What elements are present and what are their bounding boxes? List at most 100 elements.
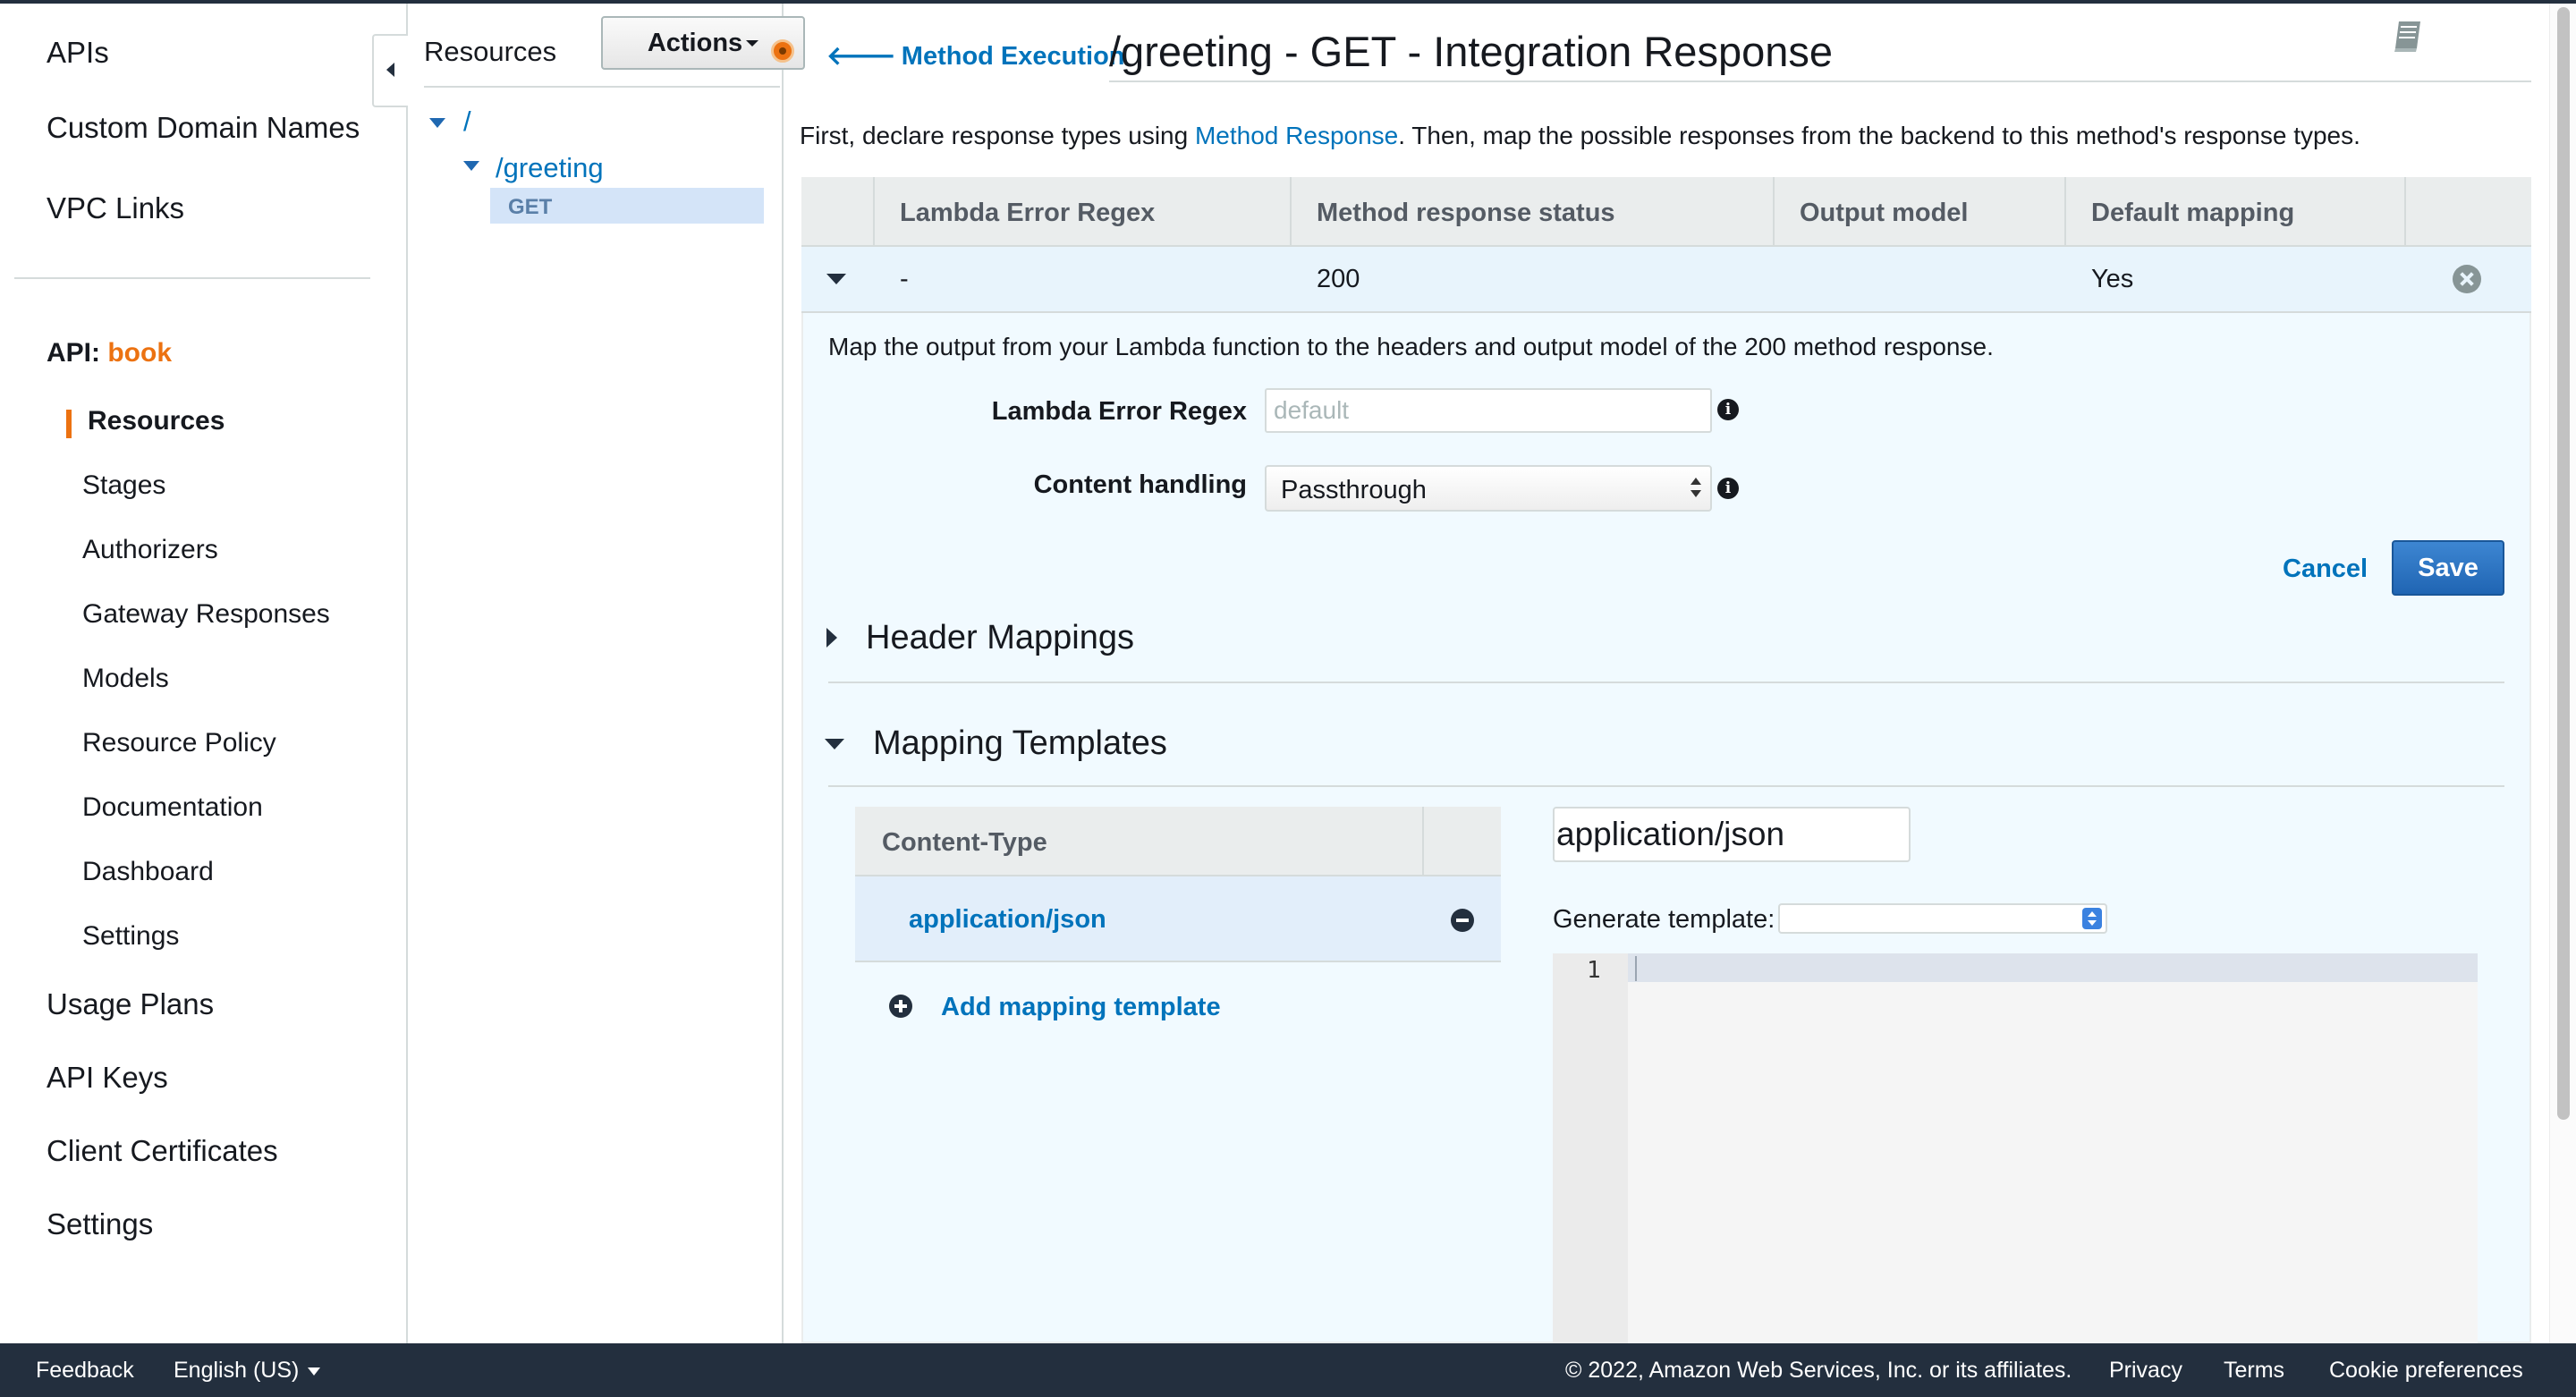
status-dot-icon	[771, 39, 794, 63]
resources-title: Resources	[424, 36, 557, 67]
footer: Feedback English (US) © 2022, Amazon Web…	[0, 1343, 2576, 1397]
collapse-nav-button[interactable]	[372, 34, 408, 107]
left-navigation: APIs Custom Domain Names VPC Links API: …	[0, 4, 408, 1343]
method-execution-label: Method Execution	[901, 42, 1125, 71]
nav-usage-plans[interactable]: Usage Plans	[47, 987, 214, 1021]
caret-down-icon	[308, 1367, 321, 1376]
arrow-left-icon: 🡐	[826, 42, 896, 71]
response-table-header: Lambda Error Regex Method response statu…	[801, 177, 2531, 247]
resources-pane: Resources Actions / /greeting GET	[408, 4, 805, 1343]
nav-models[interactable]: Models	[82, 664, 169, 694]
nav-custom-domain-names[interactable]: Custom Domain Names	[47, 111, 360, 145]
method-execution-link[interactable]: 🡐 Method Execution	[826, 39, 1125, 72]
col-output-model: Output model	[1800, 199, 1969, 227]
remove-template-icon[interactable]	[1451, 909, 1474, 932]
col-separator	[1290, 177, 1292, 245]
plus-circle-icon[interactable]	[889, 995, 912, 1018]
info-icon[interactable]: i	[1717, 399, 1739, 420]
intro-text: First, declare response types using Meth…	[800, 122, 2360, 150]
content-type-header: Content-Type	[882, 828, 1047, 857]
col-separator	[1773, 177, 1775, 245]
save-button[interactable]: Save	[2392, 540, 2504, 596]
mapping-description: Map the output from your Lambda function…	[828, 333, 1994, 360]
nav-divider	[14, 277, 370, 279]
col-separator	[2404, 177, 2406, 245]
cancel-button[interactable]: Cancel	[2283, 555, 2368, 584]
col-separator	[2064, 177, 2066, 245]
table-row[interactable]: - 200 Yes	[801, 247, 2531, 313]
caret-down-icon[interactable]	[825, 739, 844, 749]
editor-gutter	[1553, 953, 1628, 1343]
mapping-templates-toggle[interactable]: Mapping Templates	[873, 724, 1167, 763]
col-separator	[1422, 807, 1424, 875]
title-divider	[1109, 80, 2531, 82]
col-method-response-status: Method response status	[1317, 199, 1615, 227]
nav-resources[interactable]: Resources	[88, 406, 225, 436]
nav-client-certificates[interactable]: Client Certificates	[47, 1134, 278, 1168]
active-indicator	[66, 410, 72, 438]
header-mappings-toggle[interactable]: Header Mappings	[866, 619, 1134, 657]
col-lambda-error-regex: Lambda Error Regex	[900, 199, 1156, 227]
nav-gateway-responses[interactable]: Gateway Responses	[82, 599, 330, 630]
language-selector[interactable]: English (US)	[174, 1358, 321, 1384]
cell-status: 200	[1317, 265, 1360, 293]
page-title: /greeting - GET - Integration Response	[1109, 28, 1834, 75]
content-type-item[interactable]: application/json	[909, 905, 1106, 935]
generate-template-label: Generate template:	[1553, 905, 1775, 934]
collapse-row-icon[interactable]	[826, 274, 846, 284]
select-arrows-icon	[1690, 476, 1701, 501]
line-number: 1	[1587, 957, 1601, 984]
cell-default-mapping: Yes	[2091, 265, 2134, 293]
api-prefix: API:	[47, 338, 100, 368]
nav-api-settings[interactable]: Settings	[82, 921, 179, 952]
editor-cursor	[1635, 956, 1637, 981]
remove-response-icon[interactable]	[2453, 265, 2481, 293]
page-scrollbar[interactable]	[2549, 4, 2576, 1343]
content-handling-label: Content handling	[1033, 470, 1247, 499]
nav-api-keys[interactable]: API Keys	[47, 1061, 168, 1095]
tree-expand-greeting-icon[interactable]	[463, 161, 479, 171]
nav-apis[interactable]: APIs	[47, 36, 109, 70]
lambda-error-regex-input[interactable]	[1265, 388, 1712, 433]
caret-left-icon	[386, 63, 394, 77]
editor-active-line	[1628, 953, 2478, 982]
api-name: book	[107, 338, 173, 368]
lambda-error-regex-label: Lambda Error Regex	[991, 397, 1247, 426]
select-arrows-icon	[2082, 908, 2102, 929]
nav-dashboard[interactable]: Dashboard	[82, 857, 214, 887]
privacy-link[interactable]: Privacy	[2109, 1358, 2182, 1384]
book-icon[interactable]	[2392, 18, 2424, 54]
actions-label: Actions	[647, 28, 743, 57]
info-icon[interactable]: i	[1717, 478, 1739, 499]
list-item[interactable]: application/json	[855, 876, 1501, 962]
content-handling-select[interactable]: Passthrough	[1265, 465, 1712, 512]
nav-settings[interactable]: Settings	[47, 1207, 153, 1241]
method-response-link[interactable]: Method Response	[1195, 122, 1398, 149]
tree-get-label: GET	[508, 195, 553, 219]
api-label: API: book	[47, 338, 172, 368]
nav-resource-policy[interactable]: Resource Policy	[82, 728, 276, 758]
nav-authorizers[interactable]: Authorizers	[82, 535, 218, 565]
content-type-input[interactable]	[1553, 807, 1911, 862]
tree-get-method[interactable]: GET	[490, 188, 764, 224]
intro-after: . Then, map the possible responses from …	[1398, 122, 2360, 149]
tree-expand-root-icon[interactable]	[429, 118, 445, 128]
section-divider	[828, 682, 2504, 683]
col-default-mapping: Default mapping	[2091, 199, 2295, 227]
nav-stages[interactable]: Stages	[82, 470, 165, 501]
section-divider	[828, 785, 2504, 787]
scrollbar-thumb[interactable]	[2557, 7, 2570, 1120]
terms-link[interactable]: Terms	[2224, 1358, 2284, 1384]
add-mapping-template-link[interactable]: Add mapping template	[941, 993, 1221, 1022]
content-type-table-header: Content-Type	[855, 807, 1501, 876]
nav-vpc-links[interactable]: VPC Links	[47, 191, 184, 225]
feedback-link[interactable]: Feedback	[36, 1358, 134, 1384]
generate-template-select[interactable]	[1778, 903, 2107, 934]
caret-right-icon[interactable]	[826, 628, 837, 648]
template-editor[interactable]: 1	[1553, 953, 2478, 1343]
tree-root[interactable]: /	[463, 106, 471, 138]
tree-greeting[interactable]: /greeting	[496, 152, 604, 184]
nav-documentation[interactable]: Documentation	[82, 792, 263, 823]
language-label: English (US)	[174, 1358, 300, 1383]
cookie-preferences-link[interactable]: Cookie preferences	[2329, 1358, 2523, 1384]
